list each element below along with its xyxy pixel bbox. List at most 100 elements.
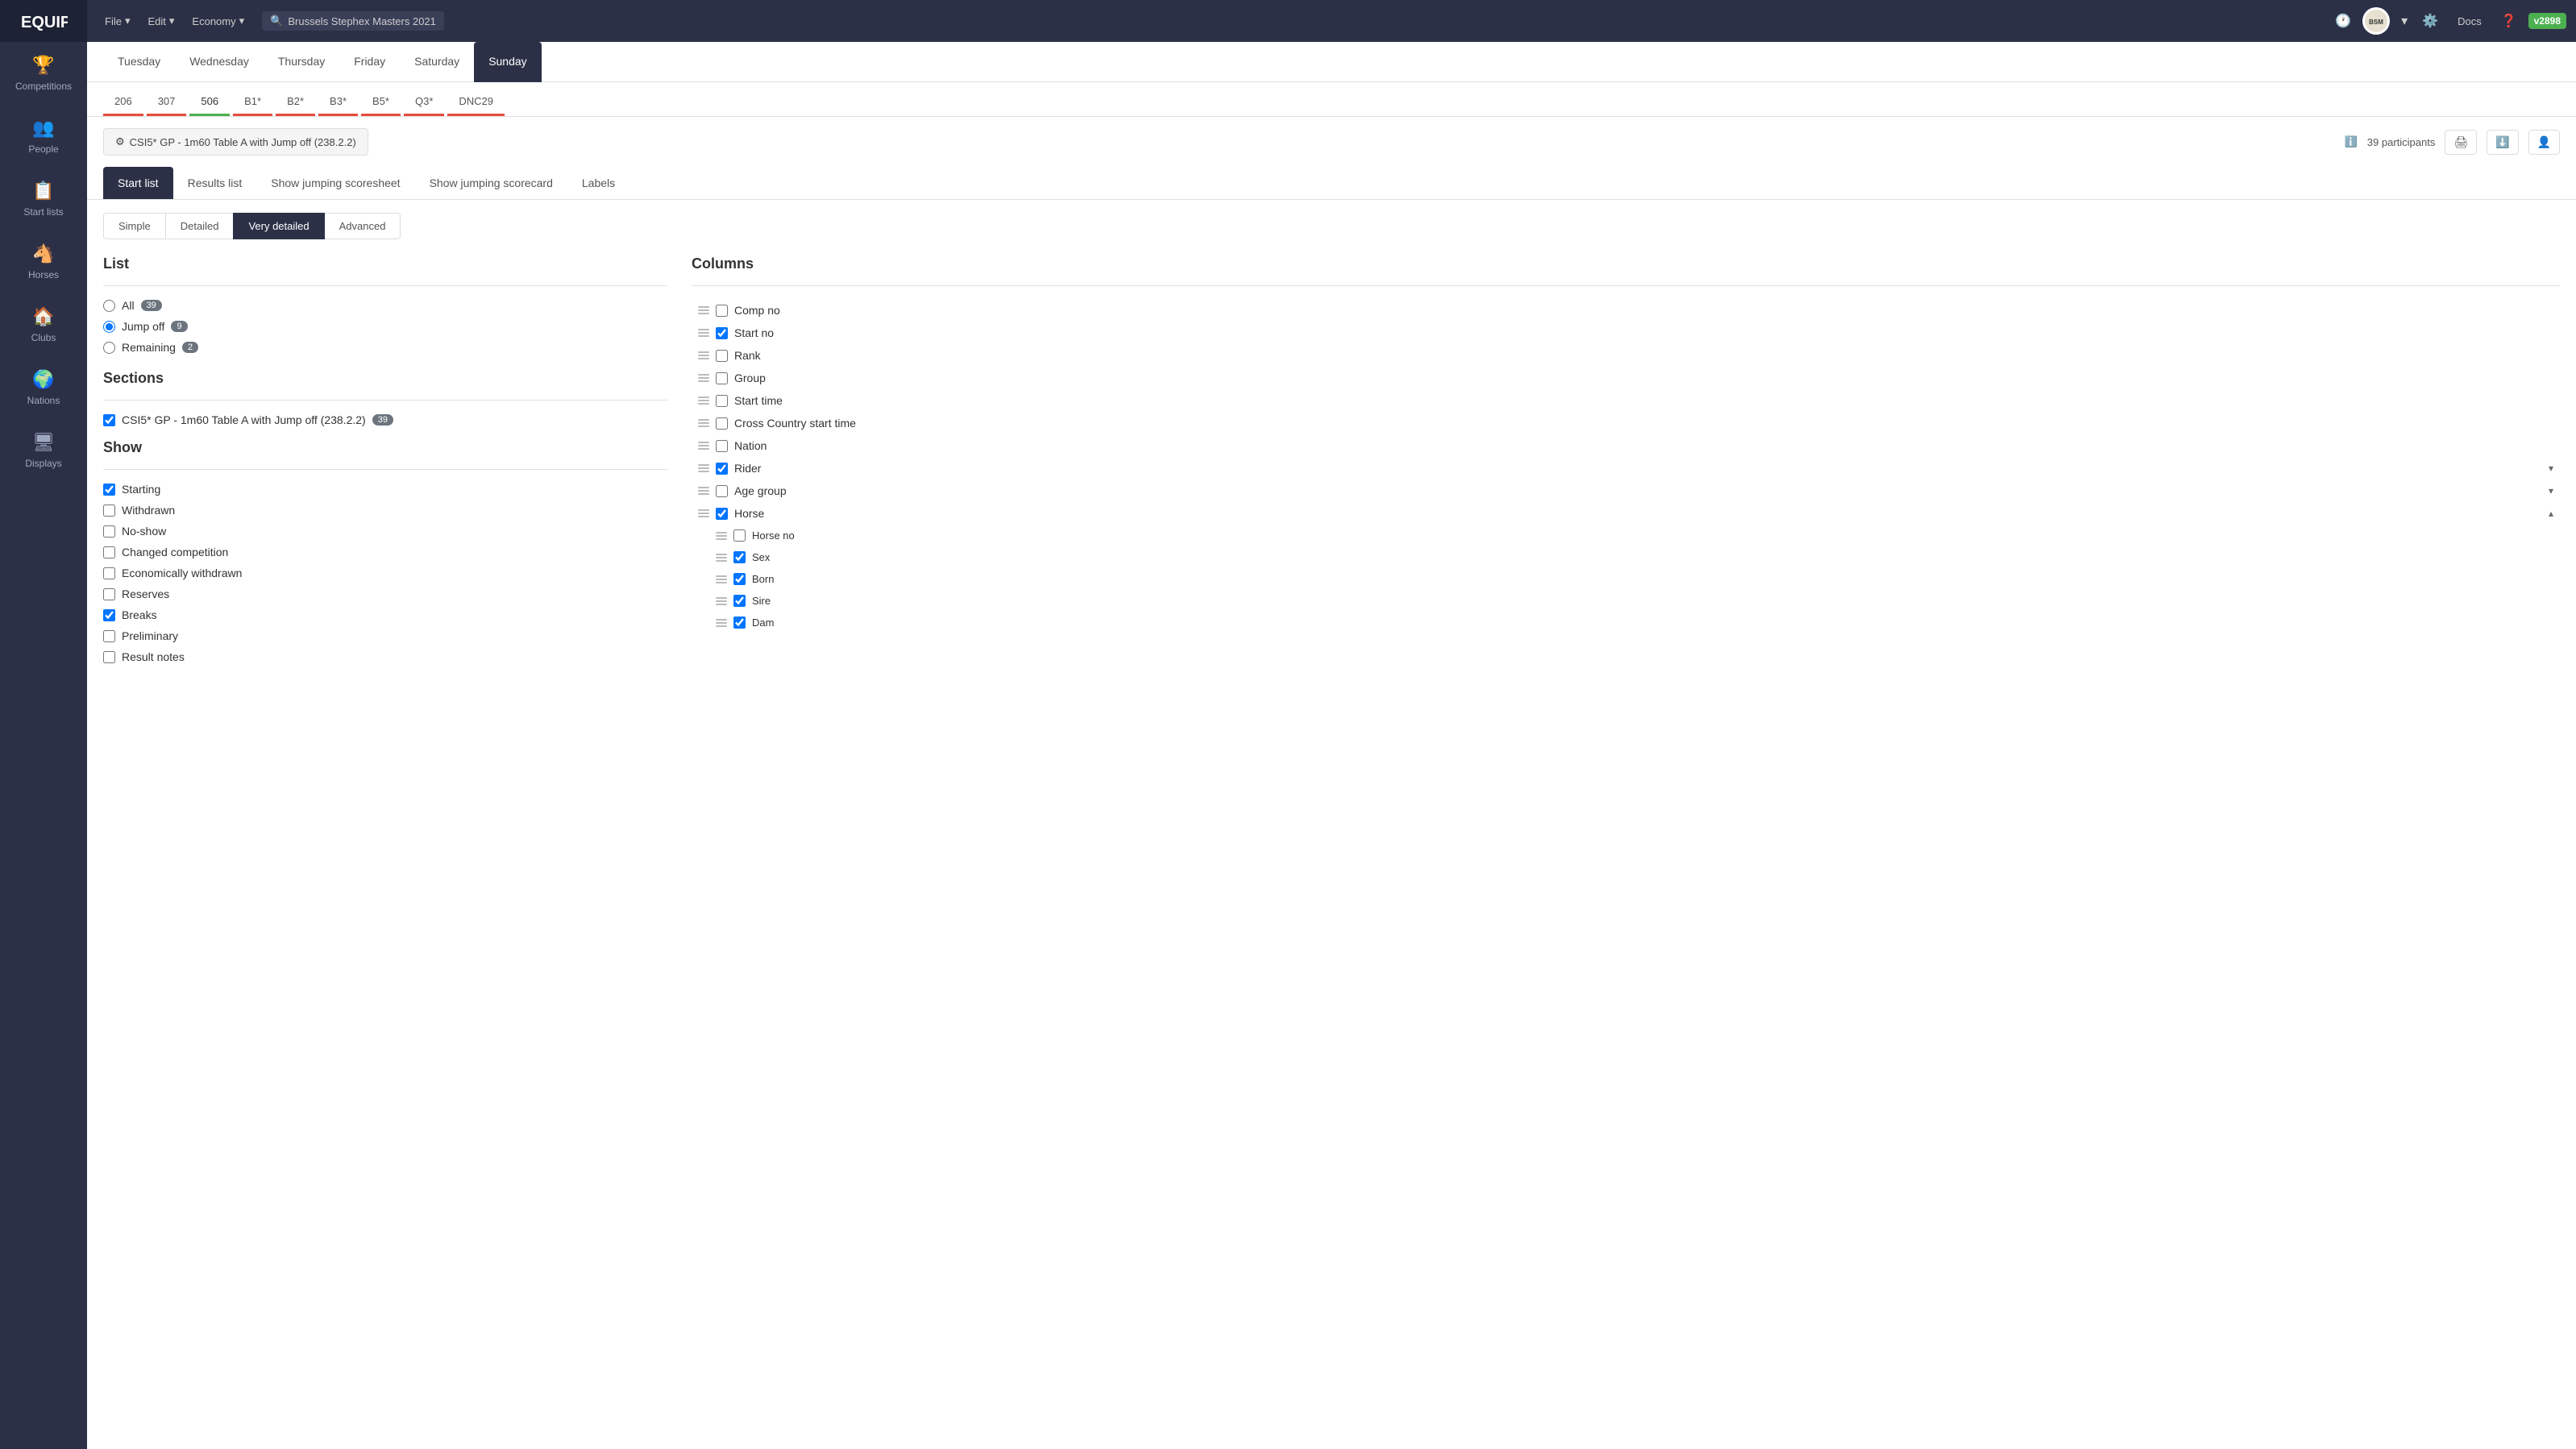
filter-jump-off[interactable]: Jump off 9 [103, 320, 667, 333]
sidebar-item-clubs[interactable]: 🏠 Clubs [0, 293, 87, 356]
col-checkbox-group[interactable] [716, 372, 728, 384]
column-cc-start-time[interactable]: Cross Country start time [692, 412, 2560, 434]
sub-column-born[interactable]: Born [692, 568, 2560, 590]
class-tab-q3[interactable]: Q3* [404, 89, 444, 116]
tab-saturday[interactable]: Saturday [400, 42, 474, 82]
col-checkbox-comp-no[interactable] [716, 305, 728, 317]
help-button[interactable]: ❓ [2498, 10, 2520, 32]
column-nation[interactable]: Nation [692, 434, 2560, 457]
detail-tab-very-detailed[interactable]: Very detailed [233, 213, 324, 239]
sidebar-item-people[interactable]: 👥 People [0, 105, 87, 168]
edit-menu-button[interactable]: Edit ▾ [139, 10, 182, 32]
show-starting-checkbox[interactable] [103, 484, 115, 496]
column-start-time[interactable]: Start time [692, 389, 2560, 412]
docs-button[interactable]: Docs [2449, 10, 2490, 32]
col-checkbox-cc-start-time[interactable] [716, 417, 728, 430]
sub-column-sex[interactable]: Sex [692, 546, 2560, 568]
drag-handle-sire[interactable] [716, 597, 727, 605]
col-checkbox-age-group[interactable] [716, 485, 728, 497]
column-rank[interactable]: Rank [692, 344, 2560, 367]
detail-tab-simple[interactable]: Simple [103, 213, 166, 239]
show-preliminary-checkbox[interactable] [103, 630, 115, 642]
col-checkbox-rider[interactable] [716, 463, 728, 475]
sidebar-item-competitions[interactable]: 🏆 Competitions [0, 42, 87, 105]
sidebar-item-startlists[interactable]: 📋 Start lists [0, 168, 87, 230]
col-checkbox-start-no[interactable] [716, 327, 728, 339]
filter-remaining-radio[interactable] [103, 342, 115, 354]
tab-thursday[interactable]: Thursday [264, 42, 339, 82]
settings-button[interactable]: ⚙️ [2419, 10, 2441, 32]
col-checkbox-sire[interactable] [733, 595, 746, 607]
economy-menu-button[interactable]: Economy ▾ [184, 10, 252, 32]
show-no-show-checkbox[interactable] [103, 525, 115, 538]
class-tab-b2[interactable]: B2* [276, 89, 315, 116]
show-result-notes-checkbox[interactable] [103, 651, 115, 663]
sub-column-horse-no[interactable]: Horse no [692, 525, 2560, 546]
age-group-expand-arrow[interactable]: ▾ [2549, 485, 2553, 496]
column-group[interactable]: Group [692, 367, 2560, 389]
filter-jump-off-radio[interactable] [103, 321, 115, 333]
view-tab-labels[interactable]: Labels [567, 167, 629, 199]
show-starting[interactable]: Starting [103, 483, 667, 496]
detail-tab-advanced[interactable]: Advanced [324, 213, 401, 239]
show-result-notes[interactable]: Result notes [103, 650, 667, 663]
drag-handle-start-time[interactable] [698, 397, 709, 405]
show-no-show[interactable]: No-show [103, 525, 667, 538]
drag-handle-sex[interactable] [716, 554, 727, 562]
column-age-group[interactable]: Age group ▾ [692, 480, 2560, 502]
drag-handle-dam[interactable] [716, 619, 727, 627]
col-checkbox-nation[interactable] [716, 440, 728, 452]
class-tab-b3[interactable]: B3* [318, 89, 358, 116]
col-checkbox-horse-no[interactable] [733, 529, 746, 542]
show-breaks[interactable]: Breaks [103, 608, 667, 621]
print-button[interactable]: 🖨 [2445, 130, 2477, 155]
col-checkbox-born[interactable] [733, 573, 746, 585]
avatar[interactable]: BSM [2362, 7, 2390, 35]
horse-expand-arrow[interactable]: ▴ [2549, 508, 2553, 519]
drag-handle-group[interactable] [698, 374, 709, 382]
tab-sunday[interactable]: Sunday [474, 42, 541, 82]
file-menu-button[interactable]: File ▾ [97, 10, 138, 32]
tab-friday[interactable]: Friday [339, 42, 400, 82]
drag-handle-rank[interactable] [698, 351, 709, 359]
sidebar-item-displays[interactable]: 🖥 Displays [0, 419, 87, 482]
show-economically-withdrawn-checkbox[interactable] [103, 567, 115, 579]
class-tab-b5[interactable]: B5* [361, 89, 401, 116]
sidebar-item-nations[interactable]: 🌍 Nations [0, 356, 87, 419]
download-button[interactable]: ⬇️ [2487, 130, 2518, 155]
drag-handle-rider[interactable] [698, 464, 709, 472]
filter-all[interactable]: All 39 [103, 299, 667, 312]
class-tab-206[interactable]: 206 [103, 89, 143, 116]
drag-handle-cc-start-time[interactable] [698, 419, 709, 427]
drag-handle-age-group[interactable] [698, 487, 709, 495]
history-button[interactable]: 🕐 [2332, 10, 2354, 32]
col-checkbox-start-time[interactable] [716, 395, 728, 407]
drag-handle-horse-no[interactable] [716, 532, 727, 540]
user-settings-button[interactable]: 👤 [2528, 130, 2560, 155]
col-checkbox-dam[interactable] [733, 617, 746, 629]
drag-handle-horse[interactable] [698, 509, 709, 517]
view-tab-start-list[interactable]: Start list [103, 167, 173, 199]
drag-handle-comp-no[interactable] [698, 306, 709, 314]
show-breaks-checkbox[interactable] [103, 609, 115, 621]
sections-checkbox-1[interactable] [103, 414, 115, 426]
class-tab-506[interactable]: 506 [189, 89, 230, 116]
sub-column-dam[interactable]: Dam [692, 612, 2560, 633]
view-tab-results-list[interactable]: Results list [173, 167, 257, 199]
col-checkbox-sex[interactable] [733, 551, 746, 563]
class-tab-dnc29[interactable]: DNC29 [447, 89, 505, 116]
tab-wednesday[interactable]: Wednesday [175, 42, 264, 82]
view-tab-scoresheet[interactable]: Show jumping scoresheet [256, 167, 414, 199]
filter-remaining[interactable]: Remaining 2 [103, 341, 667, 354]
detail-tab-detailed[interactable]: Detailed [165, 213, 235, 239]
view-tab-scorecard[interactable]: Show jumping scorecard [415, 167, 567, 199]
column-comp-no[interactable]: Comp no [692, 299, 2560, 322]
column-rider[interactable]: Rider ▾ [692, 457, 2560, 480]
col-checkbox-horse[interactable] [716, 508, 728, 520]
show-preliminary[interactable]: Preliminary [103, 629, 667, 642]
filter-all-radio[interactable] [103, 300, 115, 312]
rider-expand-arrow[interactable]: ▾ [2549, 463, 2553, 474]
drag-handle-nation[interactable] [698, 442, 709, 450]
class-tab-b1[interactable]: B1* [233, 89, 272, 116]
sidebar-item-horses[interactable]: 🐴 Horses [0, 230, 87, 293]
